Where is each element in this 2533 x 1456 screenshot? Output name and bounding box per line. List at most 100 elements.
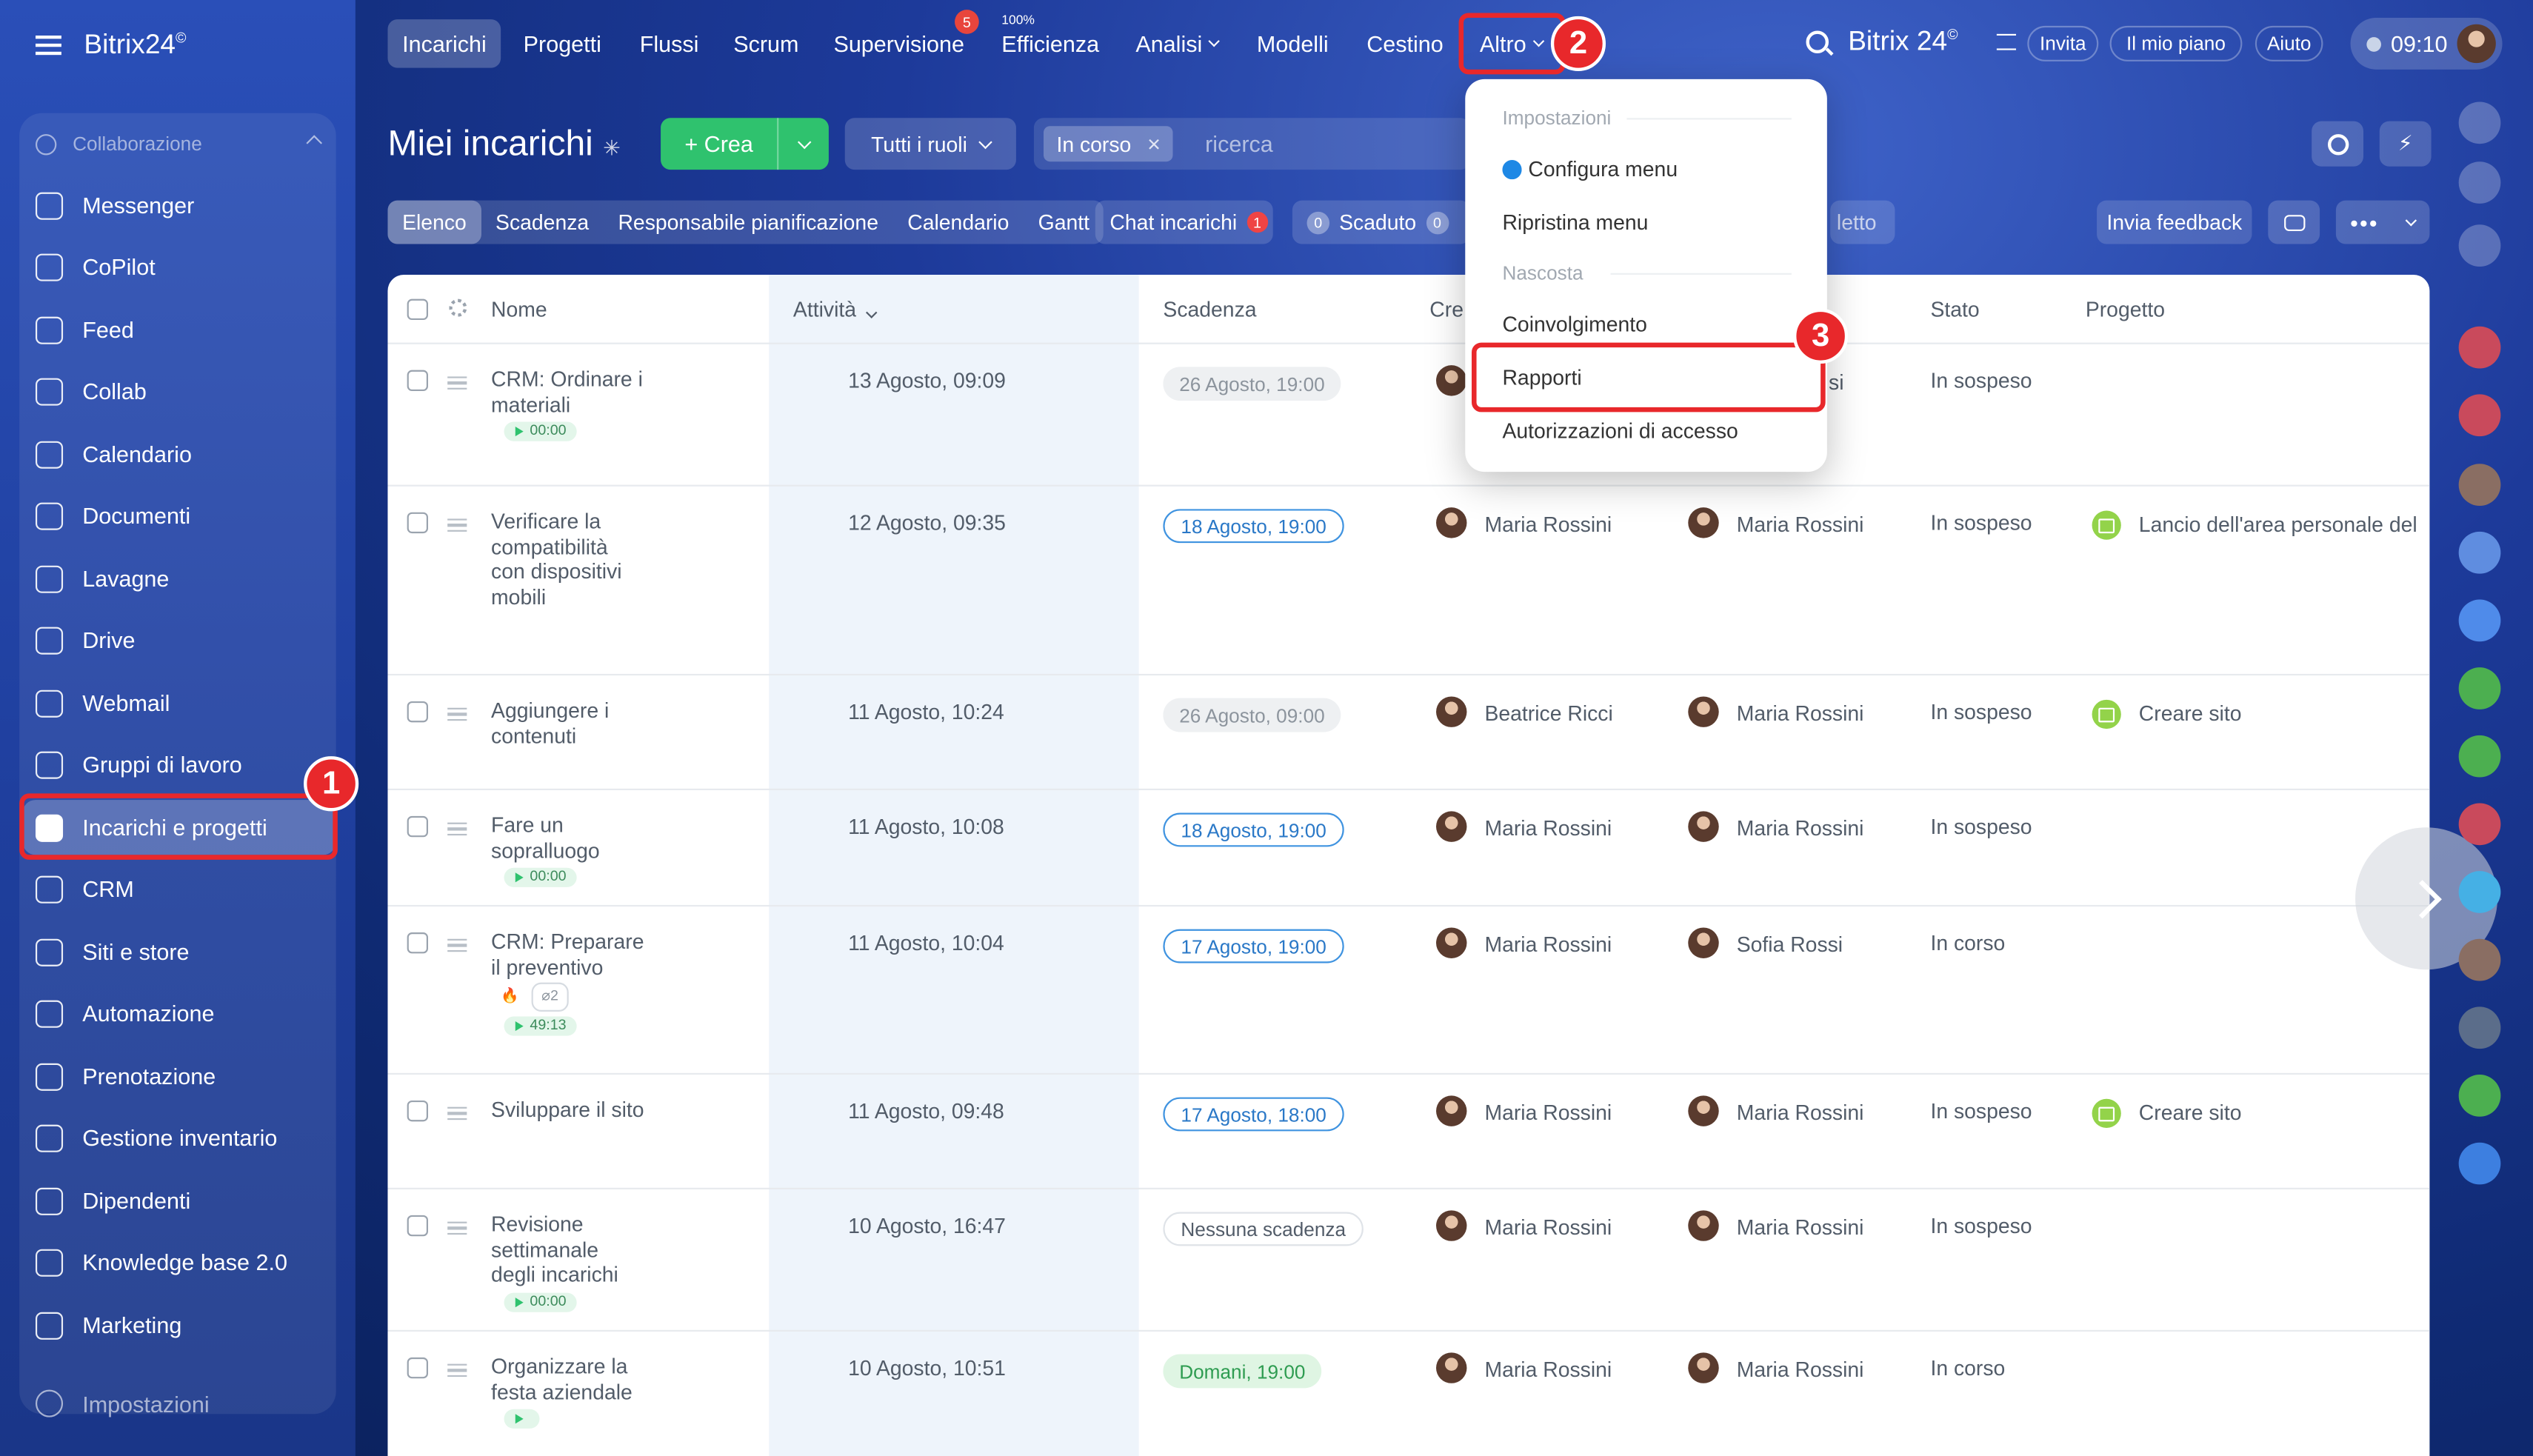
sidebar-item-documenti[interactable]: Documenti (23, 488, 336, 543)
drag-handle-icon[interactable] (447, 518, 467, 532)
invite-button[interactable]: Invita (2027, 25, 2099, 61)
sidebar-item-automazione[interactable]: Automazione (23, 986, 336, 1041)
sidebar-item-copilot[interactable]: CoPilot (23, 239, 336, 294)
row-checkbox[interactable] (407, 701, 428, 723)
timer-badge[interactable]: 00:00 (504, 1292, 576, 1312)
task-title[interactable]: Organizzare la festa aziendale (491, 1355, 644, 1405)
sidebar-item-prenotazione[interactable]: Prenotazione (23, 1049, 336, 1103)
row-checkbox[interactable] (407, 512, 428, 534)
initials-avatar-icon[interactable] (2458, 531, 2501, 574)
group-avatar-icon[interactable] (2458, 803, 2501, 846)
creator-name[interactable]: Maria Rossini (1484, 512, 1612, 537)
responsible-avatar[interactable] (1688, 811, 1719, 842)
search-input[interactable] (1205, 126, 1448, 162)
sidebar-group-collaborazione[interactable]: Collaborazione (35, 130, 327, 158)
close-icon[interactable]: × (1147, 131, 1161, 157)
task-title[interactable]: CRM: Ordinare i materiali (491, 367, 644, 417)
row-checkbox[interactable] (407, 1357, 428, 1379)
sidebar-item-calendario[interactable]: Calendario (23, 427, 336, 481)
responsible-name[interactable]: Maria Rossini (1737, 512, 1864, 537)
drag-handle-icon[interactable] (447, 1221, 467, 1235)
drag-handle-icon[interactable] (447, 822, 467, 836)
creator-avatar[interactable] (1436, 811, 1467, 842)
task-title[interactable]: Aggiungere i contenuti (491, 698, 644, 749)
task-title[interactable]: Fare un sopralluogo (491, 813, 644, 864)
tab-hidden-tail[interactable]: letto (1830, 200, 1895, 244)
sidebar-item-siti-e-store[interactable]: Siti e store (23, 924, 336, 979)
table-row[interactable]: Revisione settimanale degli incarichi 00:… (387, 1187, 2430, 1330)
task-title[interactable]: Sviluppare il sito (491, 1098, 644, 1123)
header-activity[interactable]: Attività (793, 297, 877, 321)
sidebar-item-knowledge-base-2-0[interactable]: Knowledge base 2.0 (23, 1235, 336, 1289)
user-avatar-icon[interactable] (2458, 464, 2501, 506)
create-button[interactable]: + Crea (661, 118, 829, 170)
deadline-badge[interactable]: 17 Agosto, 18:00 (1163, 1097, 1344, 1132)
sidebar-item-marketing[interactable]: Marketing (23, 1298, 336, 1352)
sliders-icon[interactable] (1996, 33, 2017, 50)
responsible-avatar[interactable] (1688, 507, 1719, 538)
roles-dropdown[interactable]: Tutti i ruoli (844, 118, 1016, 170)
task-name[interactable]: Organizzare la festa aziendale (491, 1355, 644, 1430)
clock-widget[interactable]: 09:10 (2350, 18, 2503, 70)
deadline-badge[interactable]: 18 Agosto, 19:00 (1163, 812, 1344, 847)
project-name[interactable]: Lancio dell'area personale del (2139, 512, 2417, 537)
task-name[interactable]: Revisione settimanale degli incarichi 00:… (491, 1212, 644, 1313)
sidebar-item-webmail[interactable]: Webmail (23, 675, 336, 730)
drag-handle-icon[interactable] (447, 1363, 467, 1377)
deadline-badge[interactable]: 26 Agosto, 19:00 (1163, 367, 1341, 401)
target-icon[interactable] (2458, 161, 2501, 204)
task-title[interactable]: CRM: Preparare il preventivo (491, 929, 644, 980)
deadline-badge[interactable]: 26 Agosto, 09:00 (1163, 698, 1341, 732)
project-name[interactable]: Creare sito (2139, 1101, 2242, 1125)
chat-icon[interactable] (2458, 871, 2501, 913)
tab-responsabile-pianificazione[interactable]: Responsabile pianificazione (604, 201, 893, 244)
logo[interactable]: Bitrix24© (84, 29, 186, 61)
deadline-badge[interactable]: 18 Agosto, 19:00 (1163, 509, 1344, 544)
header-project[interactable]: Progetto (2086, 297, 2165, 321)
table-row[interactable]: CRM: Ordinare i materiali 00:00 13 Agosto,… (387, 342, 2430, 485)
tab-calendario[interactable]: Calendario (893, 201, 1024, 244)
responsible-avatar[interactable] (1688, 1210, 1719, 1241)
responsible-name[interactable]: Maria Rossini (1737, 1358, 1864, 1382)
notification-red-icon[interactable] (2458, 326, 2501, 369)
chevron-up-icon[interactable] (306, 135, 323, 151)
sidebar-item-dipendenti[interactable]: Dipendenti (23, 1173, 336, 1228)
sidebar-item-drive[interactable]: Drive (23, 612, 336, 667)
responsible-avatar[interactable] (1688, 1095, 1719, 1126)
topnav-analisi[interactable]: Analisi (1121, 19, 1233, 67)
user-avatar-icon[interactable] (2458, 1006, 2501, 1049)
sidebar-item-collab[interactable]: Collab (23, 364, 336, 418)
creator-name[interactable]: Beatrice Ricci (1484, 701, 1612, 726)
task-name[interactable]: Sviluppare il sito (491, 1098, 644, 1123)
timer-badge[interactable] (504, 1409, 540, 1429)
table-row[interactable]: Fare un sopralluogo 00:00 11 Agosto, 10:08… (387, 788, 2430, 905)
creator-name[interactable]: Maria Rossini (1484, 1101, 1612, 1125)
menu-item-engagement[interactable]: Coinvolgimento (1502, 312, 1646, 336)
topnav-flussi[interactable]: Flussi (625, 19, 713, 67)
filter-chip-in-corso[interactable]: In corso × (1044, 126, 1174, 162)
table-row[interactable]: Organizzare la festa aziendale 10 Agosto,… (387, 1329, 2430, 1456)
drag-handle-icon[interactable] (447, 938, 467, 952)
row-checkbox[interactable] (407, 370, 428, 392)
sidebar-settings[interactable]: Impostazioni (35, 1389, 210, 1417)
deadline-badge[interactable]: 17 Agosto, 19:00 (1163, 929, 1344, 964)
task-title[interactable]: Revisione settimanale degli incarichi (491, 1212, 644, 1288)
robot-button[interactable] (2268, 200, 2320, 244)
row-checkbox[interactable] (407, 815, 428, 838)
timer-badge[interactable]: 00:00 (504, 868, 576, 888)
sidebar-item-lavagne[interactable]: Lavagne (23, 551, 336, 606)
creator-name[interactable]: Maria Rossini (1484, 1358, 1612, 1382)
my-plan-button[interactable]: Il mio piano (2109, 25, 2243, 61)
user-avatar-icon[interactable] (2458, 938, 2501, 981)
drag-handle-icon[interactable] (447, 1106, 467, 1121)
topnav-cestino[interactable]: Cestino (1352, 19, 1458, 67)
task-name[interactable]: Verificare la compatibilità con disposit… (491, 509, 644, 610)
menu-item-restore[interactable]: Ripristina menu (1502, 210, 1648, 235)
table-row[interactable]: Sviluppare il sito 11 Agosto, 09:48 17 Ago… (387, 1072, 2430, 1188)
lightning-button[interactable]: ⚡ (2379, 121, 2432, 167)
calendar-icon[interactable] (2458, 599, 2501, 642)
table-row[interactable]: Verificare la compatibilità con disposit… (387, 484, 2430, 674)
tab-gantt[interactable]: Gantt (1024, 201, 1104, 244)
tab-scadenza[interactable]: Scadenza (481, 201, 603, 244)
brand-title[interactable]: Bitrix 24© (1848, 26, 1958, 59)
